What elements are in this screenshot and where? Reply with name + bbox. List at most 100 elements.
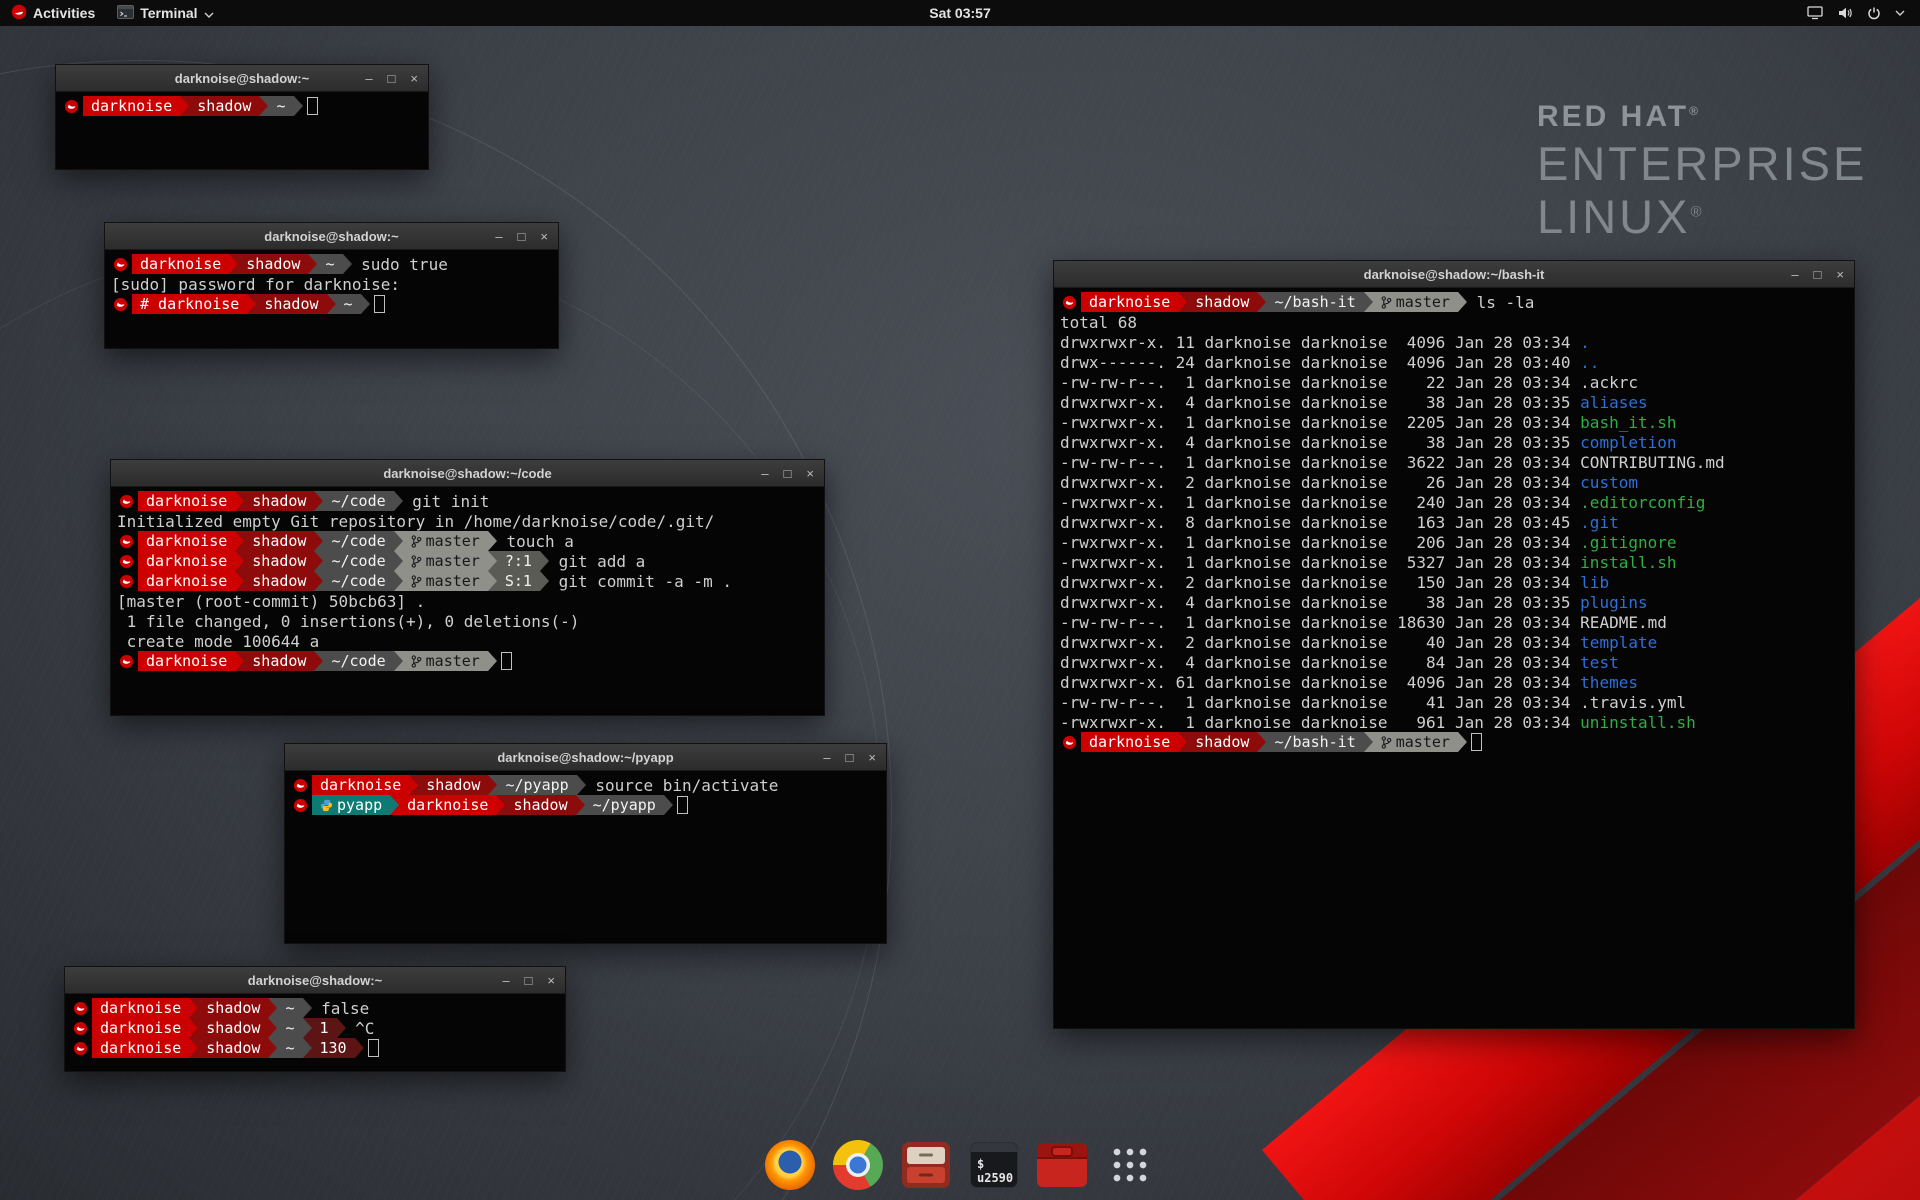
segment-separator-arrow [180,96,189,116]
titlebar[interactable]: darknoise@shadow:~ – □ × [56,65,428,92]
terminal-text: 1 file changed, 0 insertions(+), 0 delet… [117,612,579,631]
segment-separator [576,795,585,815]
redhat-prompt-icon [64,99,79,114]
terminal-line: drwxrwxr-x. 4 darknoise darknoise 38 Jan… [1060,592,1852,612]
close-button[interactable]: × [410,72,418,85]
redhat-prompt-icon [113,257,128,272]
segment-separator [303,998,312,1018]
volume-icon[interactable] [1830,0,1860,26]
terminal-line: pyappdarknoiseshadow~/pyapp [291,795,884,815]
minimize-button[interactable]: – [365,72,372,85]
prompt-segment-path: ~/code [323,531,393,551]
terminal-text: [master (root-commit) 50bcb63] . [117,592,425,611]
dock-icon-app-grid[interactable] [1103,1138,1157,1192]
minimize-button[interactable]: – [823,751,830,764]
power-icon[interactable] [1860,0,1888,26]
minimize-button[interactable]: – [495,230,502,243]
titlebar[interactable]: darknoise@shadow:~ – □ × [65,967,565,994]
prompt-segment-scmq: ?:1 [497,551,540,571]
segment-separator [235,551,244,571]
terminal-text: -rw-rw-r--. 1 darknoise darknoise 22 Jan… [1060,373,1580,392]
segment-separator [294,96,303,116]
segment-separator-arrow [247,294,256,314]
prompt-segment-user: darknoise [399,795,496,815]
titlebar[interactable]: darknoise@shadow:~/pyapp – □ × [285,744,886,771]
clock[interactable]: Sat 03:57 [929,5,990,21]
terminal-line: darknoiseshadow~ false [71,998,563,1018]
terminal-text: -rwxrwxr-x. 1 darknoise darknoise 5327 J… [1060,553,1580,572]
terminal-content[interactable]: darknoiseshadow~/bash-itmaster ls -latot… [1054,288,1854,756]
minimize-button[interactable]: – [1791,268,1798,281]
segment-separator [314,551,323,571]
dock-icon-firefox[interactable] [763,1138,817,1192]
minimize-button[interactable]: – [761,467,768,480]
close-button[interactable]: × [1836,268,1844,281]
segment-separator [488,775,497,795]
segment-separator [394,551,403,571]
terminal-line: -rw-rw-r--. 1 darknoise darknoise 18630 … [1060,612,1852,632]
dock-icon-toolbox[interactable] [1035,1138,1089,1192]
minimize-button[interactable]: – [502,974,509,987]
dock-icon-files[interactable] [899,1138,953,1192]
redhat-prompt-icon [119,574,134,589]
segment-separator-arrow [409,775,418,795]
prompt-segment-host: shadow [198,1018,268,1038]
prompt-segment-host: shadow [244,571,314,591]
close-button[interactable]: × [806,467,814,480]
terminal-content[interactable]: darknoiseshadow~ falsedarknoiseshadow~1 … [65,994,565,1062]
dock-icon-terminal[interactable] [967,1138,1021,1192]
terminal-cursor [677,796,688,814]
maximize-button[interactable]: □ [518,230,526,243]
segment-separator [540,571,549,591]
dock-icon-chrome[interactable] [831,1138,885,1192]
segment-separator-arrow [394,491,403,511]
segment-separator [1458,292,1467,312]
close-button[interactable]: × [540,230,548,243]
terminal-text: uninstall.sh [1580,713,1696,732]
maximize-button[interactable]: □ [784,467,792,480]
terminal-content[interactable]: darknoiseshadow~ sudo true[sudo] passwor… [105,250,558,318]
terminal-content[interactable]: darknoiseshadow~/pyapp source bin/activa… [285,771,886,819]
terminal-line: drwxrwxr-x. 2 darknoise darknoise 26 Jan… [1060,472,1852,492]
terminal-line: drwxrwxr-x. 2 darknoise darknoise 150 Ja… [1060,572,1852,592]
segment-separator-arrow [303,998,312,1018]
maximize-button[interactable]: □ [1814,268,1822,281]
terminal-window-bash-it: darknoise@shadow:~/bash-it – □ × darknoi… [1053,260,1855,1029]
terminal-line: drwx------. 24 darknoise darknoise 4096 … [1060,352,1852,372]
terminal-content[interactable]: darknoiseshadow~ [56,92,428,120]
prompt-segment-host: shadow [418,775,488,795]
terminal-cursor [501,652,512,670]
terminal-text: -rwxrwxr-x. 1 darknoise darknoise 2205 J… [1060,413,1580,432]
app-grid-icon [1111,1146,1149,1184]
terminal-line: -rwxrwxr-x. 1 darknoise darknoise 2205 J… [1060,412,1852,432]
titlebar[interactable]: darknoise@shadow:~/code – □ × [111,460,824,487]
app-menu-terminal[interactable]: Terminal [106,0,224,26]
segment-separator-arrow [189,1038,198,1058]
terminal-text: bash_it.sh [1580,413,1676,432]
chevron-down-icon[interactable] [1888,0,1912,26]
prompt-segment-user: darknoise [138,571,235,591]
terminal-cursor [1471,733,1482,751]
segment-separator [303,1018,312,1038]
close-button[interactable]: × [868,751,876,764]
prompt-segment-exit: 130 [312,1038,355,1058]
redhat-prompt-icon [1062,295,1077,310]
close-button[interactable]: × [547,974,555,987]
prompt-segment-path: ~/bash-it [1266,292,1363,312]
terminal-line: -rwxrwxr-x. 1 darknoise darknoise 206 Ja… [1060,532,1852,552]
maximize-button[interactable]: □ [525,974,533,987]
terminal-line: darknoiseshadow~/pyapp source bin/activa… [291,775,884,795]
terminal-content[interactable]: darknoiseshadow~/code git initInitialize… [111,487,824,675]
activities-button[interactable]: Activities [0,0,106,26]
titlebar[interactable]: darknoise@shadow:~/bash-it – □ × [1054,261,1854,288]
segment-separator-arrow [259,96,268,116]
terminal-text: template [1580,633,1657,652]
segment-separator-arrow [394,571,403,591]
prompt-segment-host: shadow [198,998,268,1018]
display-icon[interactable] [1800,0,1830,26]
terminal-text: touch a [497,532,574,551]
maximize-button[interactable]: □ [846,751,854,764]
titlebar[interactable]: darknoise@shadow:~ – □ × [105,223,558,250]
terminal-text: .gitignore [1580,533,1676,552]
maximize-button[interactable]: □ [388,72,396,85]
